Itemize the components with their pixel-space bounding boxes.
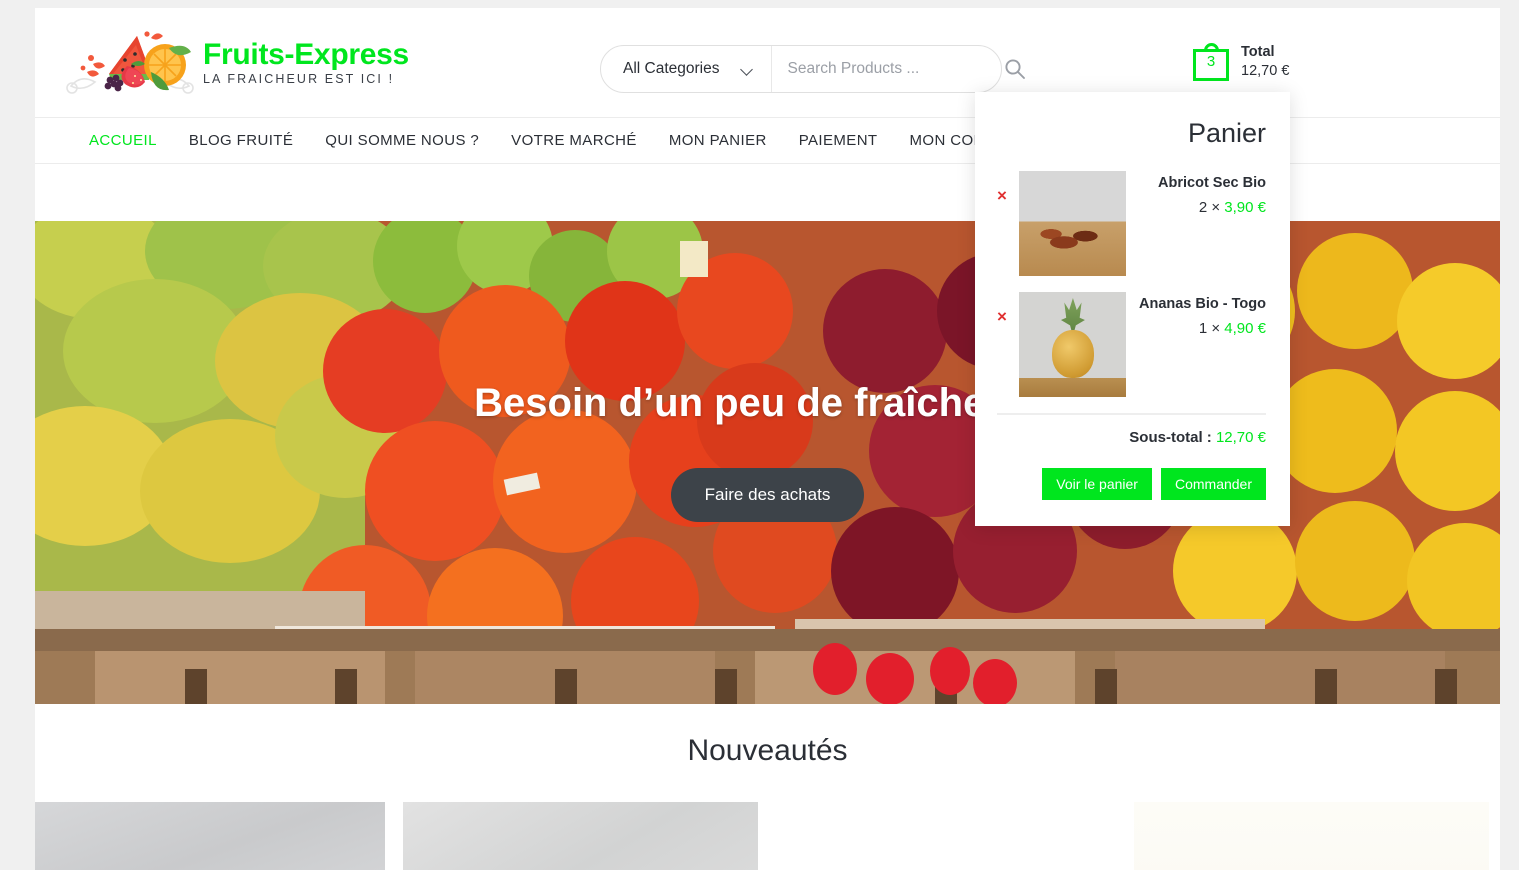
cart-summary[interactable]: 3 Total 12,70 € — [1193, 43, 1289, 81]
nav-item-votre-marche[interactable]: VOTRE MARCHÉ — [495, 132, 653, 149]
cart-item-qty-value: 1 — [1198, 320, 1208, 338]
cart-item-row: × Ananas Bio - Togo 1 × 4,90 € — [997, 292, 1266, 397]
remove-item-icon[interactable]: × — [997, 171, 1007, 204]
cart-subtotal: Sous-total : 12,70 € — [997, 429, 1266, 446]
shop-now-button[interactable]: Faire des achats — [670, 468, 865, 522]
category-select-label: All Categories — [623, 60, 720, 77]
cart-total-amount: 12,70 € — [1241, 63, 1290, 79]
cart-item-name[interactable]: Abricot Sec Bio — [1138, 173, 1266, 194]
shopping-bag-icon: 3 — [1193, 43, 1229, 81]
cart-item-times: × — [1211, 199, 1221, 217]
product-thumbnail — [1134, 802, 1489, 870]
cart-item-info: Ananas Bio - Togo 1 × 4,90 € — [1138, 292, 1266, 337]
cart-item-qty-value: 2 — [1198, 199, 1208, 217]
cart-divider — [997, 413, 1266, 415]
remove-item-icon[interactable]: × — [997, 292, 1007, 325]
cart-item-info: Abricot Sec Bio 2 × 3,90 € — [1138, 171, 1266, 216]
product-card-2[interactable] — [403, 802, 758, 870]
cart-dropdown-panel: Panier × Abricot Sec Bio 2 × 3,90 € × An… — [975, 92, 1290, 526]
cart-total-label: Total — [1241, 44, 1275, 61]
cart-item-quantity: 1 × 4,90 € — [1138, 320, 1266, 337]
nav-item-accueil[interactable]: ACCUEIL — [73, 132, 173, 149]
cart-item-price: 3,90 € — [1224, 199, 1266, 217]
fruit-logo-icon — [65, 28, 195, 98]
product-thumbnail — [35, 802, 385, 870]
search-button[interactable] — [1004, 46, 1026, 92]
search-bar: All Categories — [600, 45, 1025, 93]
cart-item-row: × Abricot Sec Bio 2 × 3,90 € — [997, 171, 1266, 276]
cart-item-quantity: 2 × 3,90 € — [1138, 199, 1266, 216]
search-icon — [1004, 59, 1025, 79]
brand-text: Fruits-Express LA FRAICHEUR EST ICI ! — [203, 39, 409, 87]
cart-actions: Voir le panier Commander — [997, 468, 1266, 500]
hero-title: Besoin d’un peu de fraîcheur ? — [474, 381, 1061, 425]
cart-subtotal-value: 12,70 € — [1215, 429, 1266, 446]
cart-total-block: Total 12,70 € — [1241, 43, 1289, 81]
nav-item-qui-somme-nous[interactable]: QUI SOMME NOUS ? — [309, 132, 495, 149]
product-card-1[interactable] — [35, 802, 385, 870]
cart-item-thumbnail[interactable] — [1018, 171, 1126, 276]
checkout-button[interactable]: Commander — [1160, 468, 1266, 500]
new-products-section: Nouveautés — [35, 704, 1500, 870]
nav-item-blog-fruite[interactable]: BLOG FRUITÉ — [173, 132, 309, 149]
apricot-image — [1018, 171, 1126, 276]
brand-block[interactable]: Fruits-Express LA FRAICHEUR EST ICI ! — [35, 28, 409, 98]
search-input[interactable] — [771, 46, 1004, 92]
cart-item-thumbnail[interactable] — [1018, 292, 1126, 397]
chevron-down-icon — [742, 64, 753, 75]
cart-item-price: 4,90 € — [1224, 320, 1266, 338]
brand-tagline: LA FRAICHEUR EST ICI ! — [203, 72, 395, 87]
cart-item-name[interactable]: Ananas Bio - Togo — [1138, 294, 1266, 315]
cart-subtotal-label: Sous-total : — [1129, 429, 1212, 446]
product-grid — [35, 768, 1500, 870]
nav-item-paiement[interactable]: PAIEMENT — [783, 132, 894, 149]
view-cart-button[interactable]: Voir le panier — [1042, 468, 1152, 500]
product-thumbnail — [403, 802, 758, 870]
category-select[interactable]: All Categories — [601, 46, 772, 92]
cart-item-times: × — [1211, 320, 1221, 338]
pineapple-image — [1018, 292, 1126, 397]
cart-panel-title: Panier — [1187, 118, 1266, 148]
section-title: Nouveautés — [687, 734, 848, 767]
brand-title: Fruits-Express — [203, 37, 409, 71]
cart-count: 3 — [1206, 53, 1216, 70]
site-page: Fruits-Express LA FRAICHEUR EST ICI ! Al… — [35, 8, 1500, 870]
nav-item-mon-panier[interactable]: MON PANIER — [653, 132, 783, 149]
product-card-3[interactable] — [1134, 802, 1489, 870]
